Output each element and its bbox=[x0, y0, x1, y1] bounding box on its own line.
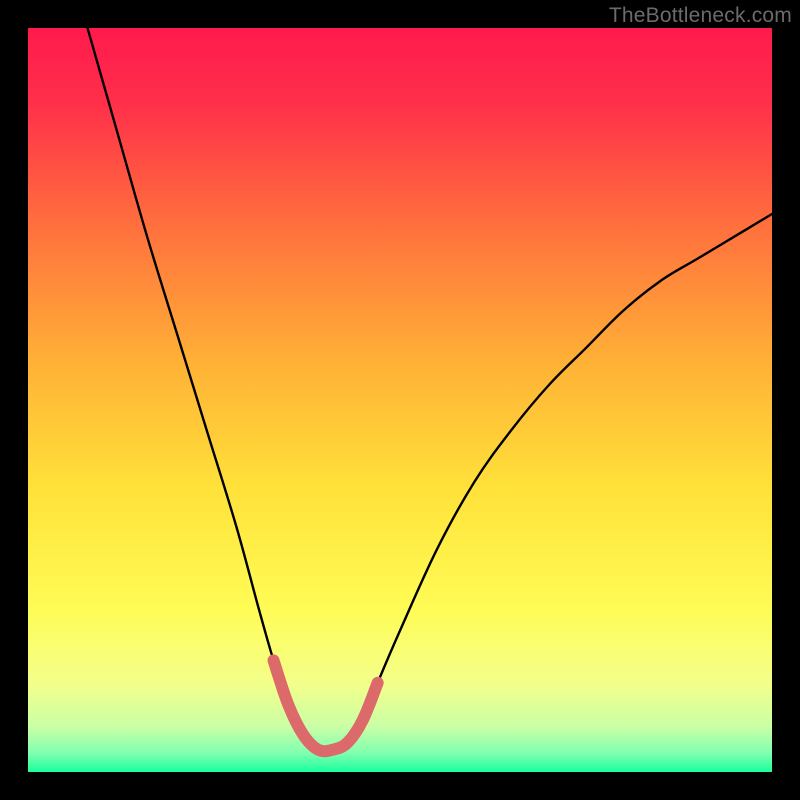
gradient-background bbox=[28, 28, 772, 772]
watermark-text: TheBottleneck.com bbox=[609, 4, 792, 28]
bottleneck-chart bbox=[28, 28, 772, 772]
chart-frame bbox=[28, 28, 772, 772]
